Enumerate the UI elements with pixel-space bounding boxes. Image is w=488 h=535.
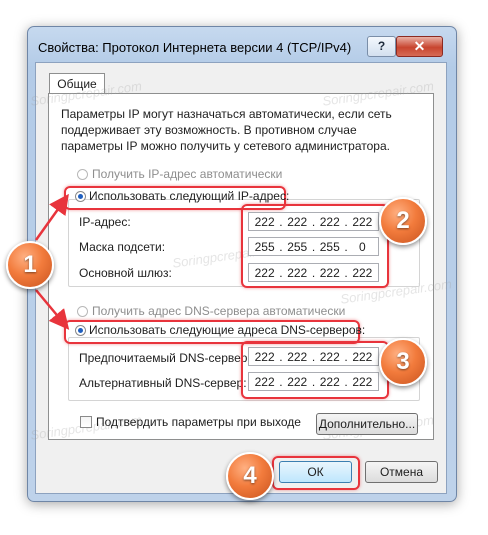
badge-4: 4 [226,452,274,500]
arrow-to-dns-radio [35,289,70,330]
badge-3: 3 [379,338,427,386]
badge-1: 1 [6,241,54,289]
badge-2: 2 [379,197,427,245]
arrow-to-ip-radio [34,193,69,241]
